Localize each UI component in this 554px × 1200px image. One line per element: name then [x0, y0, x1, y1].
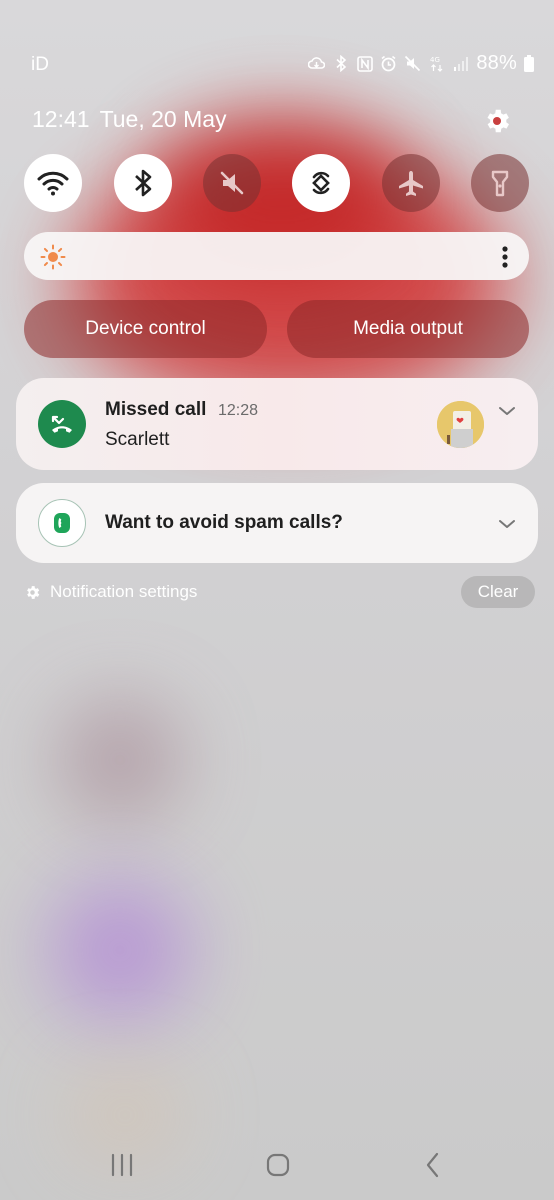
missed-call-icon [51, 415, 72, 433]
back-button[interactable] [418, 1150, 448, 1180]
wifi-toggle[interactable] [24, 154, 82, 212]
gear-icon [487, 109, 509, 133]
back-icon [426, 1152, 439, 1178]
airplane-icon [399, 171, 423, 196]
device-control-button[interactable]: Device control [24, 300, 267, 358]
notification-settings-label: Notification settings [50, 582, 198, 601]
settings-button[interactable] [482, 106, 512, 136]
clock-time: 12:41 [32, 106, 90, 132]
header-datetime: 12:41 Tue, 20 May [32, 106, 227, 133]
clock-date: Tue, 20 May [99, 106, 227, 132]
cloud-sync-icon [308, 55, 326, 72]
battery-icon [524, 55, 534, 72]
airplane-toggle[interactable] [382, 154, 440, 212]
phone-app-icon [38, 499, 86, 547]
missed-call-notification[interactable]: Missed call 12:28 Scarlett [16, 378, 538, 470]
notification-settings-link[interactable]: Notification settings [24, 582, 197, 602]
home-icon [266, 1153, 290, 1177]
carrier-label: iD [31, 54, 49, 75]
recents-icon [111, 1153, 133, 1177]
notification-title: Want to avoid spam calls? [105, 512, 343, 533]
status-icons: 4G 88% [308, 52, 534, 75]
quick-settings-toggles [24, 154, 530, 214]
rotate-icon [312, 171, 330, 195]
expand-chevron-icon[interactable] [498, 518, 516, 530]
flashlight-icon [491, 170, 509, 197]
mute-toggle[interactable] [203, 154, 261, 212]
bluetooth-toggle[interactable] [114, 154, 172, 212]
mute-icon [404, 55, 421, 72]
svg-text:4G: 4G [430, 56, 440, 64]
battery-percent: 88% [476, 52, 517, 74]
expand-chevron-icon[interactable] [498, 405, 516, 417]
status-bar: iD 4G 88% [0, 48, 554, 84]
signal-icon [452, 55, 469, 72]
recents-button[interactable] [107, 1150, 137, 1180]
spam-calls-notification[interactable]: Want to avoid spam calls? [16, 483, 538, 563]
notification-time: 12:28 [218, 402, 259, 419]
media-output-button[interactable]: Media output [287, 300, 529, 358]
alarm-icon [380, 55, 397, 72]
brightness-slider[interactable] [24, 232, 529, 280]
mute-icon [220, 171, 244, 195]
nfc-icon [356, 55, 373, 72]
call-protect-icon [54, 513, 70, 533]
more-options-icon[interactable] [501, 245, 509, 269]
auto-rotate-toggle[interactable] [292, 154, 350, 212]
clear-button[interactable]: Clear [461, 576, 535, 608]
notification-title: Missed call [105, 399, 207, 420]
bluetooth-icon [332, 55, 349, 72]
contact-avatar [437, 401, 484, 448]
flashlight-toggle[interactable] [471, 154, 529, 212]
gear-icon [27, 585, 40, 599]
phone-app-icon [38, 400, 86, 448]
wifi-icon [37, 171, 69, 196]
bluetooth-icon [135, 169, 152, 197]
home-button[interactable] [263, 1150, 293, 1180]
sun-icon [40, 244, 66, 270]
notification-body: Scarlett [105, 429, 170, 450]
navigation-bar [0, 1140, 554, 1190]
network-4g-icon: 4G [428, 55, 445, 72]
